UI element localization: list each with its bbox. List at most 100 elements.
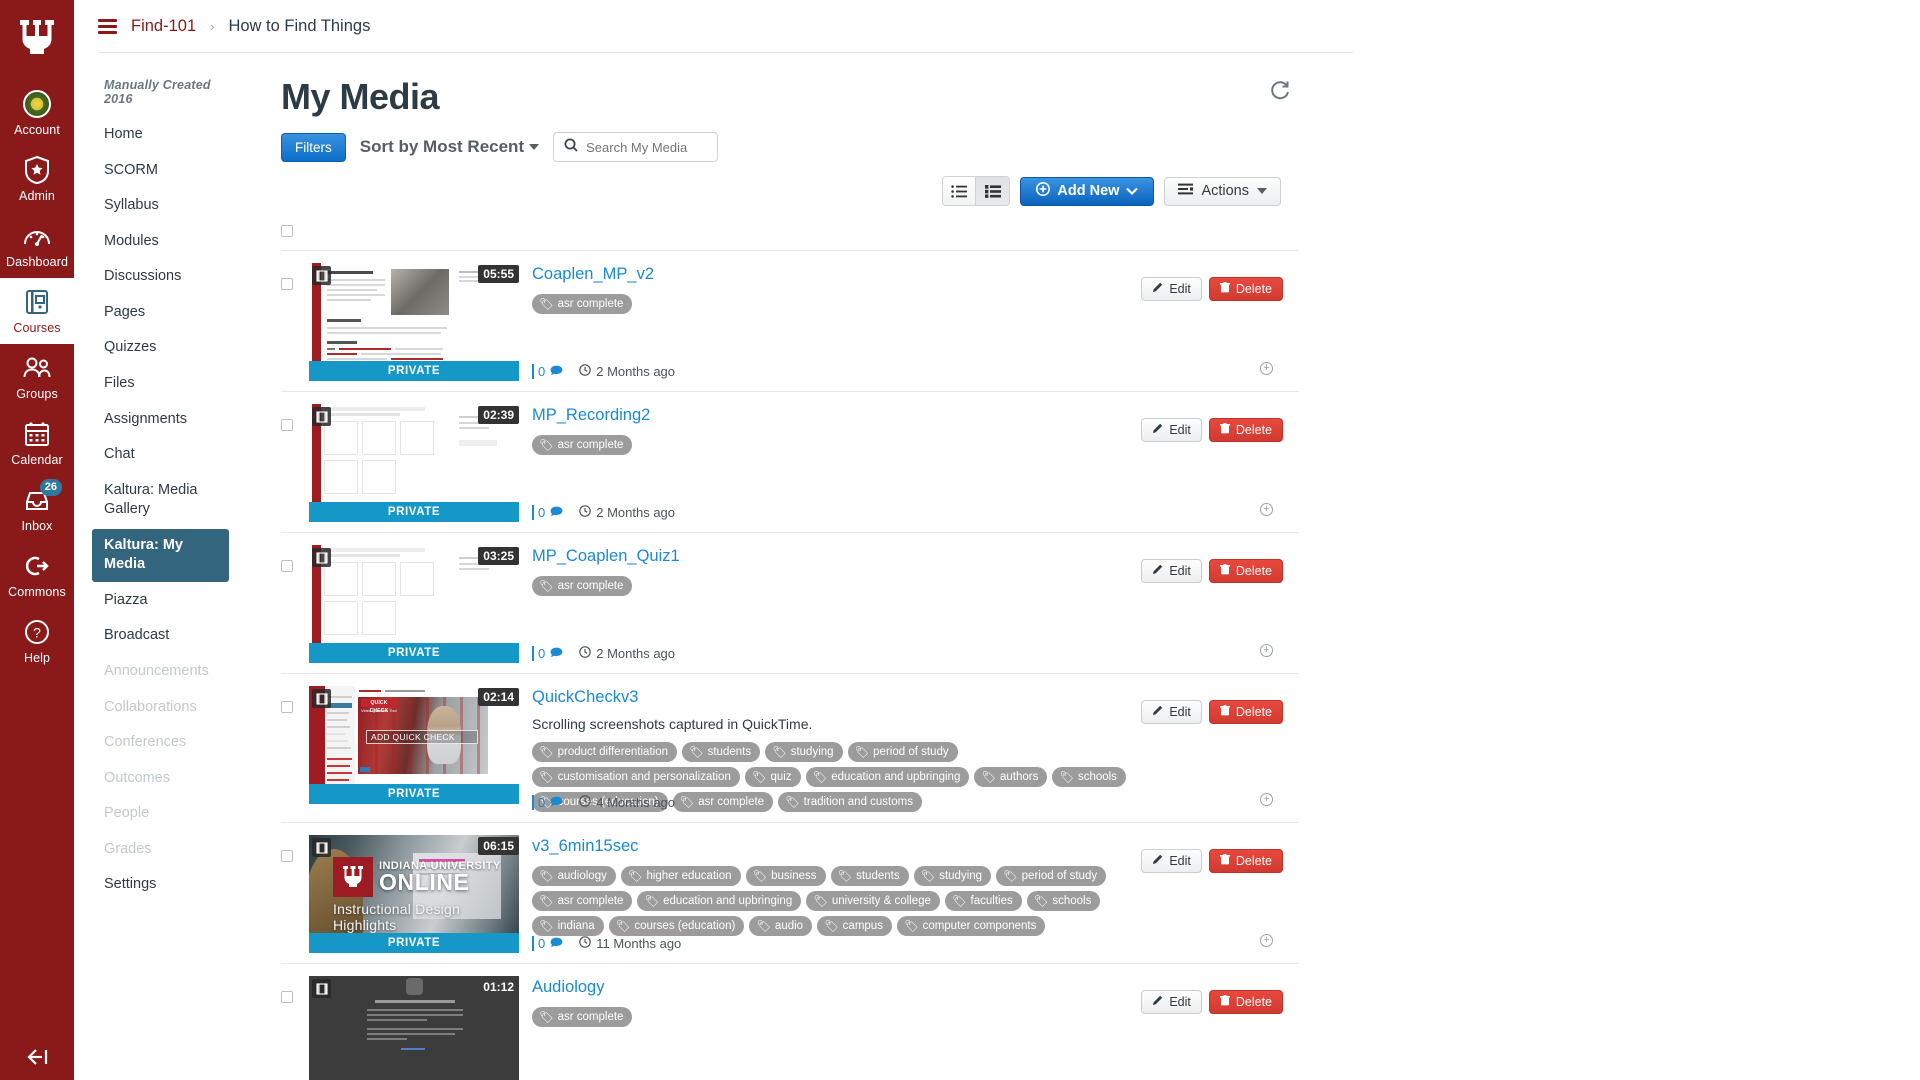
expand-row-icon[interactable]: + — [1260, 934, 1273, 947]
edit-button[interactable]: Edit — [1141, 277, 1202, 301]
refresh-icon[interactable] — [1269, 80, 1291, 102]
row-checkbox[interactable] — [281, 991, 293, 1003]
course-nav-item-quizzes[interactable]: Quizzes — [92, 331, 229, 365]
tag-item[interactable]: 🏷 courses (education) — [608, 916, 745, 936]
course-nav-item-syllabus[interactable]: Syllabus — [92, 189, 229, 223]
edit-button[interactable]: Edit — [1141, 990, 1202, 1014]
global-nav-item-admin[interactable]: Admin — [0, 146, 74, 212]
media-title-link[interactable]: QuickCheckv3 — [532, 688, 638, 707]
tag-item[interactable]: 🏷 campus — [817, 916, 892, 936]
tag-item[interactable]: 🏷 period of study — [996, 866, 1107, 886]
course-nav-item-media-gallery[interactable]: Kaltura: Media Gallery — [92, 474, 229, 527]
add-new-button[interactable]: Add New — [1020, 176, 1155, 206]
course-nav-item-broadcast[interactable]: Broadcast — [92, 619, 229, 653]
global-nav-item-calendar[interactable]: Calendar — [0, 410, 74, 476]
tag-item[interactable]: 🏷 audio — [749, 916, 813, 936]
comment-count[interactable]: 0 — [532, 936, 563, 951]
course-nav-item-my-media[interactable]: Kaltura: My Media — [92, 528, 229, 582]
course-nav-item-grades[interactable]: Grades — [92, 833, 229, 867]
global-nav-item-groups[interactable]: Groups — [0, 344, 74, 410]
filters-button[interactable]: Filters — [281, 132, 346, 162]
comment-count[interactable]: 0 — [532, 646, 563, 661]
tag-item[interactable]: 🏷 studying — [913, 866, 992, 886]
tag-item[interactable]: 🏷 asr complete — [532, 1007, 633, 1027]
sort-dropdown[interactable]: Sort by Most Recent — [360, 137, 540, 157]
expand-row-icon[interactable]: + — [1260, 362, 1273, 375]
tag-item[interactable]: 🏷 studying — [765, 742, 843, 762]
delete-button[interactable]: Delete — [1208, 990, 1283, 1014]
course-nav-item-piazza[interactable]: Piazza — [92, 584, 229, 618]
list-view-icon[interactable] — [943, 177, 977, 205]
tag-item[interactable]: 🏷 asr complete — [532, 294, 633, 314]
course-nav-item-assignments[interactable]: Assignments — [92, 403, 229, 437]
course-nav-item-files[interactable]: Files — [92, 367, 229, 401]
tag-item[interactable]: 🏷 computer components — [896, 916, 1046, 936]
row-checkbox[interactable] — [281, 560, 293, 572]
tag-item[interactable]: 🏷 asr complete — [532, 435, 633, 455]
global-nav-item-courses[interactable]: Courses — [0, 278, 74, 344]
tag-item[interactable]: 🏷 business — [745, 866, 826, 886]
course-nav-item-pages[interactable]: Pages — [92, 296, 229, 330]
search-field-wrapper[interactable] — [553, 132, 719, 162]
media-thumbnail[interactable]: 02:39 PRIVATE — [309, 404, 519, 522]
detail-view-icon[interactable] — [976, 177, 1010, 205]
course-nav-item-collaborations[interactable]: Collaborations — [92, 691, 229, 725]
media-title-link[interactable]: Coaplen_MP_v2 — [532, 265, 654, 284]
tag-item[interactable]: 🏷 asr complete — [532, 576, 633, 596]
media-title-link[interactable]: Audiology — [532, 978, 604, 997]
select-all-checkbox[interactable] — [281, 225, 293, 237]
media-thumbnail[interactable]: 01:12 — [309, 976, 519, 1080]
media-title-link[interactable]: MP_Recording2 — [532, 406, 650, 425]
tag-item[interactable]: 🏷 faculties — [944, 891, 1022, 911]
global-nav-item-dashboard[interactable]: Dashboard — [0, 212, 74, 278]
media-thumbnail[interactable]: 03:25 PRIVATE — [309, 545, 519, 663]
hamburger-icon[interactable] — [98, 18, 117, 34]
edit-button[interactable]: Edit — [1141, 700, 1202, 724]
tag-item[interactable]: 🏷 asr complete — [672, 792, 774, 812]
course-nav-item-chat[interactable]: Chat — [92, 438, 229, 472]
course-nav-item-discussions[interactable]: Discussions — [92, 260, 229, 294]
media-thumbnail[interactable]: 05:55 PRIVATE — [309, 263, 519, 381]
search-input[interactable] — [586, 139, 708, 155]
course-nav-item-settings[interactable]: Settings — [92, 868, 229, 902]
global-nav-item-account[interactable]: Account — [0, 80, 74, 146]
course-nav-item-outcomes[interactable]: Outcomes — [92, 762, 229, 796]
media-thumbnail[interactable]: INDIANA UNIVERSITY ONLINE Instructional … — [309, 835, 519, 953]
tag-item[interactable]: 🏷 quiz — [744, 767, 801, 787]
media-title-link[interactable]: v3_6min15sec — [532, 837, 638, 856]
comment-count[interactable]: 0 — [532, 795, 563, 810]
comment-count[interactable]: 0 — [532, 505, 563, 520]
tag-item[interactable]: 🏷 indiana — [532, 916, 604, 936]
tag-item[interactable]: 🏷 schools — [1026, 891, 1101, 911]
tag-item[interactable]: 🏷 students — [830, 866, 909, 886]
iu-logo[interactable] — [14, 14, 60, 60]
global-nav-item-help[interactable]: ? Help — [0, 608, 74, 674]
tag-item[interactable]: 🏷 product differentiation — [532, 742, 677, 762]
breadcrumb-item-course[interactable]: Find-101 — [131, 17, 196, 36]
row-checkbox[interactable] — [281, 850, 293, 862]
expand-row-icon[interactable]: + — [1260, 793, 1273, 806]
tag-item[interactable]: 🏷 schools — [1052, 767, 1126, 787]
tag-item[interactable]: 🏷 audiology — [532, 866, 616, 886]
actions-button[interactable]: Actions — [1164, 176, 1281, 206]
tag-item[interactable]: 🏷 customisation and personalization — [532, 767, 740, 787]
delete-button[interactable]: Delete — [1208, 849, 1283, 873]
collapse-nav-icon[interactable] — [0, 1048, 74, 1066]
tag-item[interactable]: 🏷 education and upbringing — [637, 891, 802, 911]
delete-button[interactable]: Delete — [1208, 418, 1283, 442]
expand-row-icon[interactable]: + — [1260, 503, 1273, 516]
course-nav-item-people[interactable]: People — [92, 797, 229, 831]
expand-row-icon[interactable]: + — [1260, 644, 1273, 657]
row-checkbox[interactable] — [281, 278, 293, 290]
edit-button[interactable]: Edit — [1141, 418, 1202, 442]
tag-item[interactable]: 🏷 tradition and customs — [778, 792, 922, 812]
delete-button[interactable]: Delete — [1208, 700, 1283, 724]
course-nav-item-conferences[interactable]: Conferences — [92, 726, 229, 760]
row-checkbox[interactable] — [281, 701, 293, 713]
media-thumbnail[interactable]: QUICK CHECK Video Question Tool ADD QUIC… — [309, 686, 519, 804]
delete-button[interactable]: Delete — [1208, 277, 1283, 301]
tag-item[interactable]: 🏷 education and upbringing — [805, 767, 970, 787]
tag-item[interactable]: 🏷 asr complete — [532, 891, 633, 911]
tag-item[interactable]: 🏷 university & college — [806, 891, 940, 911]
tag-item[interactable]: 🏷 students — [682, 742, 761, 762]
